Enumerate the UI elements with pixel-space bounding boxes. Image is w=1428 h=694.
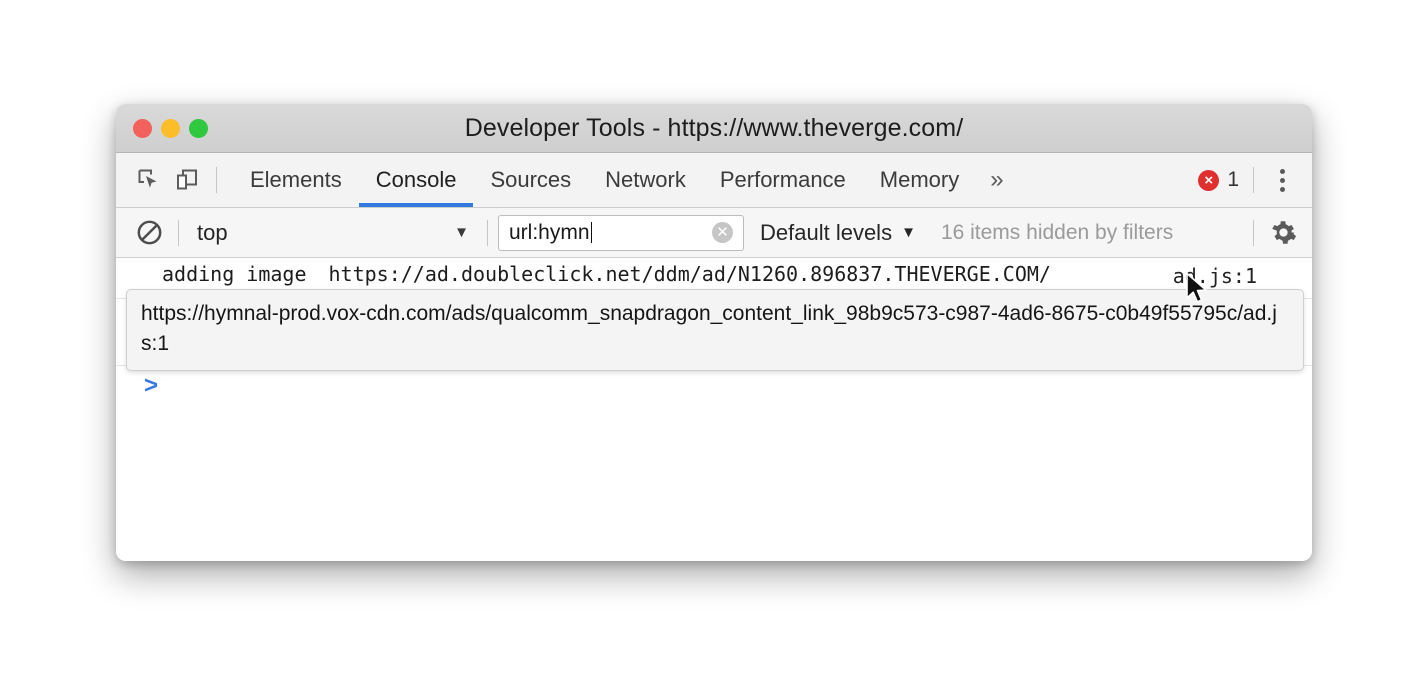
error-icon: × (1198, 169, 1220, 191)
devtools-tabstrip: Elements Console Sources Network Perform… (116, 153, 1312, 208)
device-toolbar-icon[interactable] (168, 161, 206, 199)
tab-network[interactable]: Network (588, 153, 703, 207)
tabstrip-divider (1253, 167, 1254, 193)
console-output[interactable]: adding image https://ad.doubleclick.net/… (116, 258, 1312, 561)
toolbar-divider (216, 167, 217, 193)
hidden-items-message: 16 items hidden by filters (940, 220, 1174, 244)
window-titlebar: Developer Tools - https://www.theverge.c… (116, 104, 1312, 153)
window-title: Developer Tools - https://www.theverge.c… (464, 113, 964, 142)
execution-context-select[interactable]: top ▼ (189, 217, 477, 249)
kebab-menu-icon[interactable] (1264, 163, 1300, 197)
execution-context-value: top (197, 219, 228, 245)
console-message-label: adding image (162, 262, 307, 286)
more-tabs-icon[interactable]: » (976, 153, 1017, 207)
filterbar-divider-1 (178, 219, 179, 246)
error-badge[interactable]: × 1 (1198, 168, 1239, 192)
link-url-tooltip: https://hymnal-prod.vox-cdn.com/ads/qual… (126, 289, 1304, 371)
no-entry-icon[interactable] (130, 214, 168, 252)
panel-tabs: Elements Console Sources Network Perform… (233, 153, 1018, 207)
prompt-chevron-icon: > (144, 372, 159, 399)
console-filter-bar: top ▼ url:hymn ✕ Default levels ▼ 16 ite… (116, 208, 1312, 258)
console-prompt-row[interactable]: > (116, 366, 1312, 406)
text-caret (590, 222, 593, 243)
filter-input-value: url:hymn (509, 220, 590, 244)
clear-filter-icon[interactable]: ✕ (712, 222, 733, 243)
console-source-link[interactable]: ad.js:1 (1173, 264, 1257, 288)
tab-console[interactable]: Console (358, 153, 474, 207)
chevron-down-icon: ▼ (454, 224, 469, 241)
log-levels-label: Default levels (760, 219, 893, 245)
tab-elements[interactable]: Elements (233, 153, 359, 207)
log-levels-select[interactable]: Default levels ▼ (760, 220, 916, 246)
tab-sources[interactable]: Sources (473, 153, 588, 207)
console-message-url: https://ad.doubleclick.net/ddm/ad/N1260.… (328, 262, 1051, 286)
filterbar-divider-2 (487, 219, 488, 246)
chevron-down-icon: ▼ (901, 224, 916, 241)
tab-memory[interactable]: Memory (863, 153, 976, 207)
devtools-window: Developer Tools - https://www.theverge.c… (116, 104, 1312, 561)
filterbar-divider-3 (1253, 219, 1254, 246)
error-count: 1 (1227, 168, 1239, 191)
console-message-text: adding image https://ad.doubleclick.net/… (116, 262, 1312, 286)
filter-input[interactable]: url:hymn ✕ (498, 214, 744, 251)
gear-icon[interactable] (1264, 214, 1302, 252)
inspect-element-icon[interactable] (130, 161, 168, 199)
tab-performance[interactable]: Performance (703, 153, 863, 207)
